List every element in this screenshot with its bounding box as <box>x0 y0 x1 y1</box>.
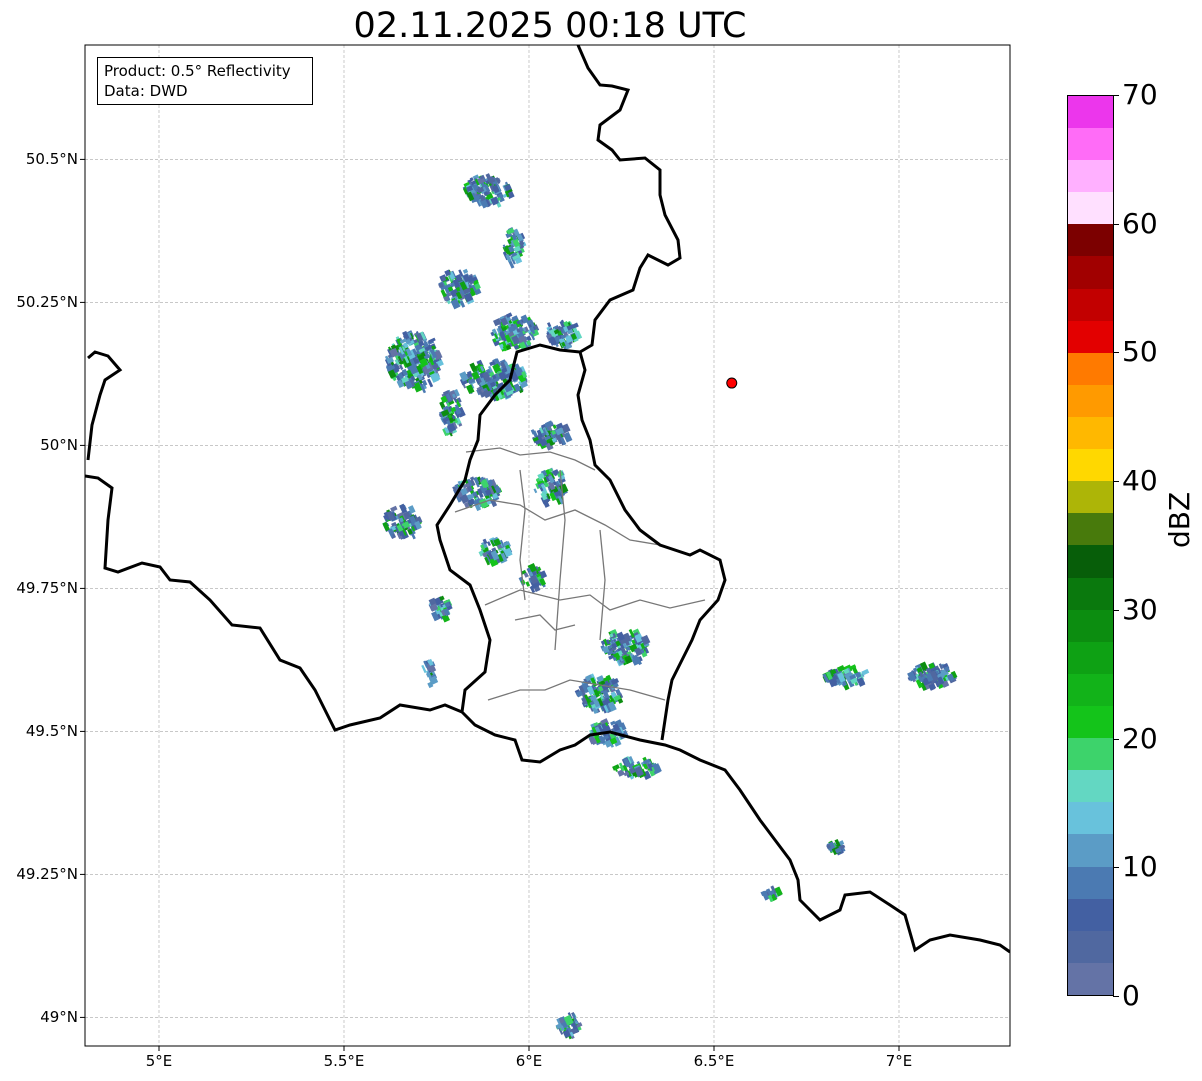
colorbar-segment <box>1068 224 1113 257</box>
lon-tick-label: 6°E <box>515 1052 543 1070</box>
colorbar-segment <box>1068 866 1113 899</box>
colorbar-segment <box>1068 95 1113 129</box>
lat-tick-label: 49.5°N <box>25 722 78 741</box>
colorbar-tick-label: 60 <box>1122 206 1158 240</box>
lon-tick-label: 6.5°E <box>693 1052 735 1070</box>
lon-tick-label: 5.5°E <box>323 1052 365 1070</box>
colorbar-segment <box>1068 834 1113 867</box>
colorbar-tick-mark <box>1113 95 1119 96</box>
colorbar-segment <box>1068 288 1113 321</box>
lat-tick-label: 49.25°N <box>16 865 78 884</box>
product-info-box: Product: 0.5° Reflectivity Data: DWD <box>97 57 313 105</box>
colorbar-segment <box>1068 673 1113 707</box>
lat-tick-label: 49.75°N <box>16 579 78 598</box>
colorbar-tick-label: 20 <box>1122 721 1158 755</box>
colorbar-segment <box>1068 898 1113 931</box>
colorbar-segment <box>1068 770 1113 803</box>
colorbar-segment <box>1068 256 1113 289</box>
colorbar-segment <box>1068 352 1113 385</box>
colorbar-segment <box>1068 609 1113 642</box>
map-background <box>85 45 1010 1046</box>
lat-tick-label: 50°N <box>40 436 78 455</box>
colorbar-tick-label: 40 <box>1122 464 1158 498</box>
colorbar-tick-label: 10 <box>1122 850 1158 884</box>
data-source-label: Data: DWD <box>104 82 188 100</box>
colorbar-tick-mark <box>1113 609 1119 611</box>
colorbar-segment <box>1068 545 1113 578</box>
colorbar <box>1067 95 1114 996</box>
colorbar-segment <box>1068 738 1113 771</box>
radar-site-marker <box>726 377 738 389</box>
colorbar-segment <box>1068 384 1113 418</box>
colorbar-tick-mark <box>1113 352 1119 354</box>
lon-tick-label: 5°E <box>145 1052 173 1070</box>
colorbar-segment <box>1068 320 1113 353</box>
colorbar-tick-mark <box>1113 996 1119 997</box>
colorbar-segment <box>1068 641 1113 674</box>
colorbar-tick-mark <box>1113 738 1119 740</box>
lon-tick-marks <box>158 1046 900 1051</box>
colorbar-tick-label: 0 <box>1122 979 1140 1012</box>
colorbar-segment <box>1068 128 1113 161</box>
colorbar-segment <box>1068 192 1113 225</box>
colorbar-segment <box>1068 962 1113 995</box>
colorbar-label: dBZ <box>1163 491 1196 548</box>
lat-tick-label: 49°N <box>40 1008 78 1027</box>
colorbar-segment <box>1068 706 1113 739</box>
colorbar-tick-label: 50 <box>1122 335 1158 369</box>
lat-tick-label: 50.5°N <box>25 150 78 169</box>
colorbar-segment <box>1068 449 1113 482</box>
colorbar-tick-label: 70 <box>1122 78 1158 111</box>
colorbar-tick-mark <box>1113 223 1119 225</box>
colorbar-segment <box>1068 160 1113 193</box>
colorbar-tick-label: 30 <box>1122 592 1158 626</box>
lat-tick-label: 50.25°N <box>16 293 78 312</box>
colorbar-tick-mark <box>1113 481 1119 483</box>
colorbar-tick-mark <box>1113 867 1119 869</box>
lat-tick-marks <box>80 158 85 1018</box>
radar-map <box>80 44 1011 1051</box>
colorbar-segment <box>1068 577 1113 610</box>
lon-tick-label: 7°E <box>885 1052 913 1070</box>
colorbar-segment <box>1068 513 1113 546</box>
product-label: Product: 0.5° Reflectivity <box>104 62 291 80</box>
colorbar-segment <box>1068 481 1113 514</box>
colorbar-segment <box>1068 417 1113 450</box>
colorbar-segment <box>1068 802 1113 835</box>
colorbar-segment <box>1068 930 1113 963</box>
